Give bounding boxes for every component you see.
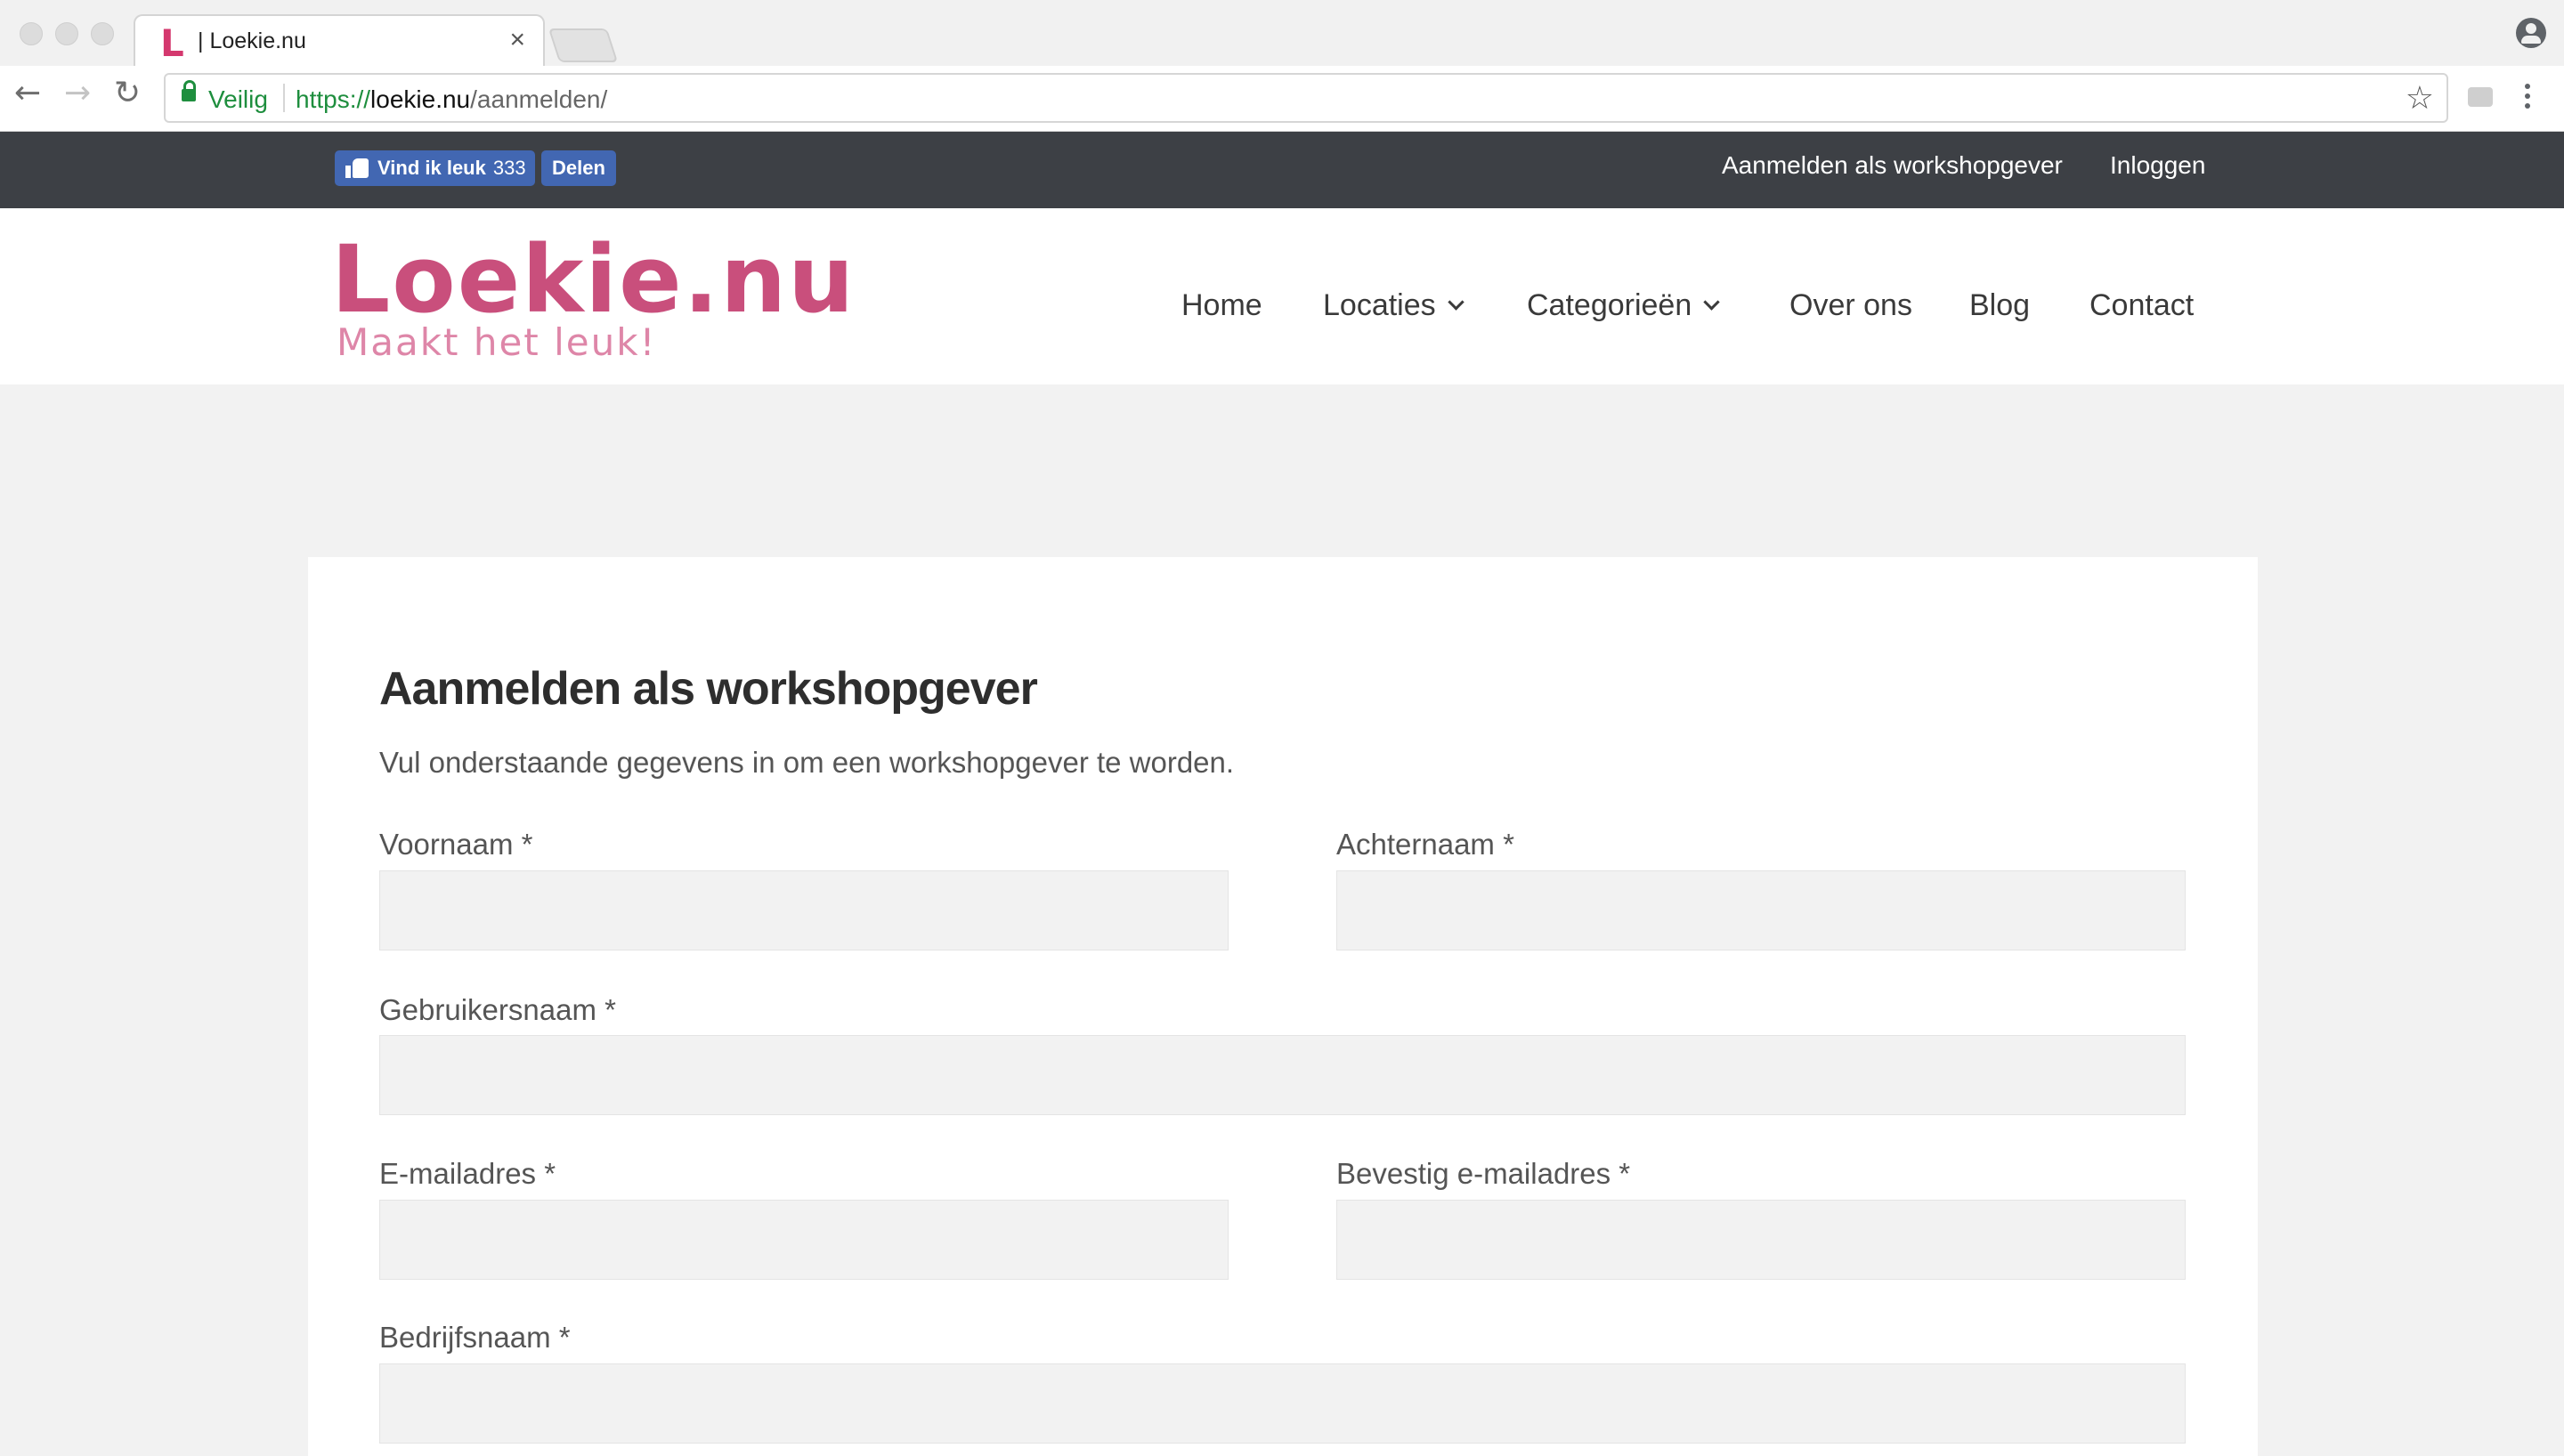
like-label: Vind ik leuk xyxy=(377,157,486,179)
site-topbar: Vind ik leuk 333 Delen Aanmelden als work… xyxy=(0,132,2564,208)
nav-contact[interactable]: Contact xyxy=(2089,288,2194,323)
extension-icon[interactable] xyxy=(2468,87,2493,107)
back-icon[interactable]: ← xyxy=(14,75,41,111)
email-label: E-mailadres * xyxy=(379,1157,556,1190)
window-minimize-button[interactable] xyxy=(55,22,78,45)
tab-title: | Loekie.nu xyxy=(198,28,306,53)
nav-home[interactable]: Home xyxy=(1181,288,1262,323)
nav-categorieen-label: Categorieën xyxy=(1527,288,1692,322)
voornaam-input[interactable] xyxy=(379,870,1229,950)
secure-label: Veilig xyxy=(208,85,268,113)
new-tab-button[interactable] xyxy=(548,28,619,62)
star-icon[interactable]: ☆ xyxy=(2406,80,2434,117)
browser-tabstrip: L | Loekie.nu × xyxy=(0,0,2564,68)
thumbs-up-icon xyxy=(345,158,369,178)
facebook-share-button[interactable]: Delen xyxy=(541,150,616,186)
window-zoom-button[interactable] xyxy=(91,22,114,45)
profile-icon[interactable] xyxy=(2516,18,2546,48)
bedrijfsnaam-input[interactable] xyxy=(379,1363,2186,1444)
browser-tab[interactable]: L | Loekie.nu × xyxy=(134,14,545,68)
bedrijfsnaam-label: Bedrijfsnaam * xyxy=(379,1321,571,1354)
voornaam-label: Voornaam * xyxy=(379,828,533,861)
register-workshop-link[interactable]: Aanmelden als workshopgever xyxy=(1722,151,2063,180)
email-confirm-input[interactable] xyxy=(1336,1200,2186,1280)
email-input[interactable] xyxy=(379,1200,1229,1280)
site-logo[interactable]: Loekie.nu xyxy=(331,233,856,326)
forward-icon[interactable]: → xyxy=(64,75,91,111)
chevron-down-icon xyxy=(1703,294,1720,311)
achternaam-label: Achternaam * xyxy=(1336,828,1514,861)
achternaam-input[interactable] xyxy=(1336,870,2186,950)
nav-blog[interactable]: Blog xyxy=(1969,288,2030,323)
tab-close-icon[interactable]: × xyxy=(509,25,525,55)
gebruikersnaam-label: Gebruikersnaam * xyxy=(379,993,616,1026)
url-host: loekie.nu xyxy=(370,85,471,113)
menu-icon[interactable] xyxy=(2525,84,2530,113)
site-header: Loekie.nu Maakt het leuk! Home Locaties … xyxy=(0,208,2564,384)
page-title: Aanmelden als workshopgever xyxy=(379,663,1038,715)
lock-icon xyxy=(182,80,196,101)
site-tagline: Maakt het leuk! xyxy=(337,320,657,364)
url-scheme: https:// xyxy=(296,85,371,113)
nav-locaties-label: Locaties xyxy=(1323,288,1436,322)
url-path: /aanmelden/ xyxy=(470,85,608,113)
nav-over-ons[interactable]: Over ons xyxy=(1789,288,1912,323)
gebruikersnaam-input[interactable] xyxy=(379,1035,2186,1115)
facebook-like-button[interactable]: Vind ik leuk 333 xyxy=(335,150,535,186)
like-count: 333 xyxy=(492,157,526,179)
email-confirm-label: Bevestig e-mailadres * xyxy=(1336,1157,1631,1190)
url-text[interactable]: https://loekie.nu/aanmelden/ xyxy=(296,85,607,114)
address-divider xyxy=(283,84,285,112)
favicon-icon: L xyxy=(160,21,184,65)
form-intro: Vul onderstaande gegevens in om een work… xyxy=(379,746,1235,779)
address-bar[interactable]: Veilig https://loekie.nu/aanmelden/ ☆ xyxy=(164,73,2448,123)
nav-locaties[interactable]: Locaties xyxy=(1323,288,1465,323)
chevron-down-icon xyxy=(1447,294,1465,311)
login-link[interactable]: Inloggen xyxy=(2110,151,2205,180)
nav-categorieen[interactable]: Categorieën xyxy=(1527,288,1720,323)
registration-card: Aanmelden als workshopgever Vul ondersta… xyxy=(308,557,2258,1456)
browser-toolbar: ← → ↻ Veilig https://loekie.nu/aanmelden… xyxy=(0,66,2564,132)
reload-icon[interactable]: ↻ xyxy=(114,75,141,111)
window-close-button[interactable] xyxy=(20,22,43,45)
